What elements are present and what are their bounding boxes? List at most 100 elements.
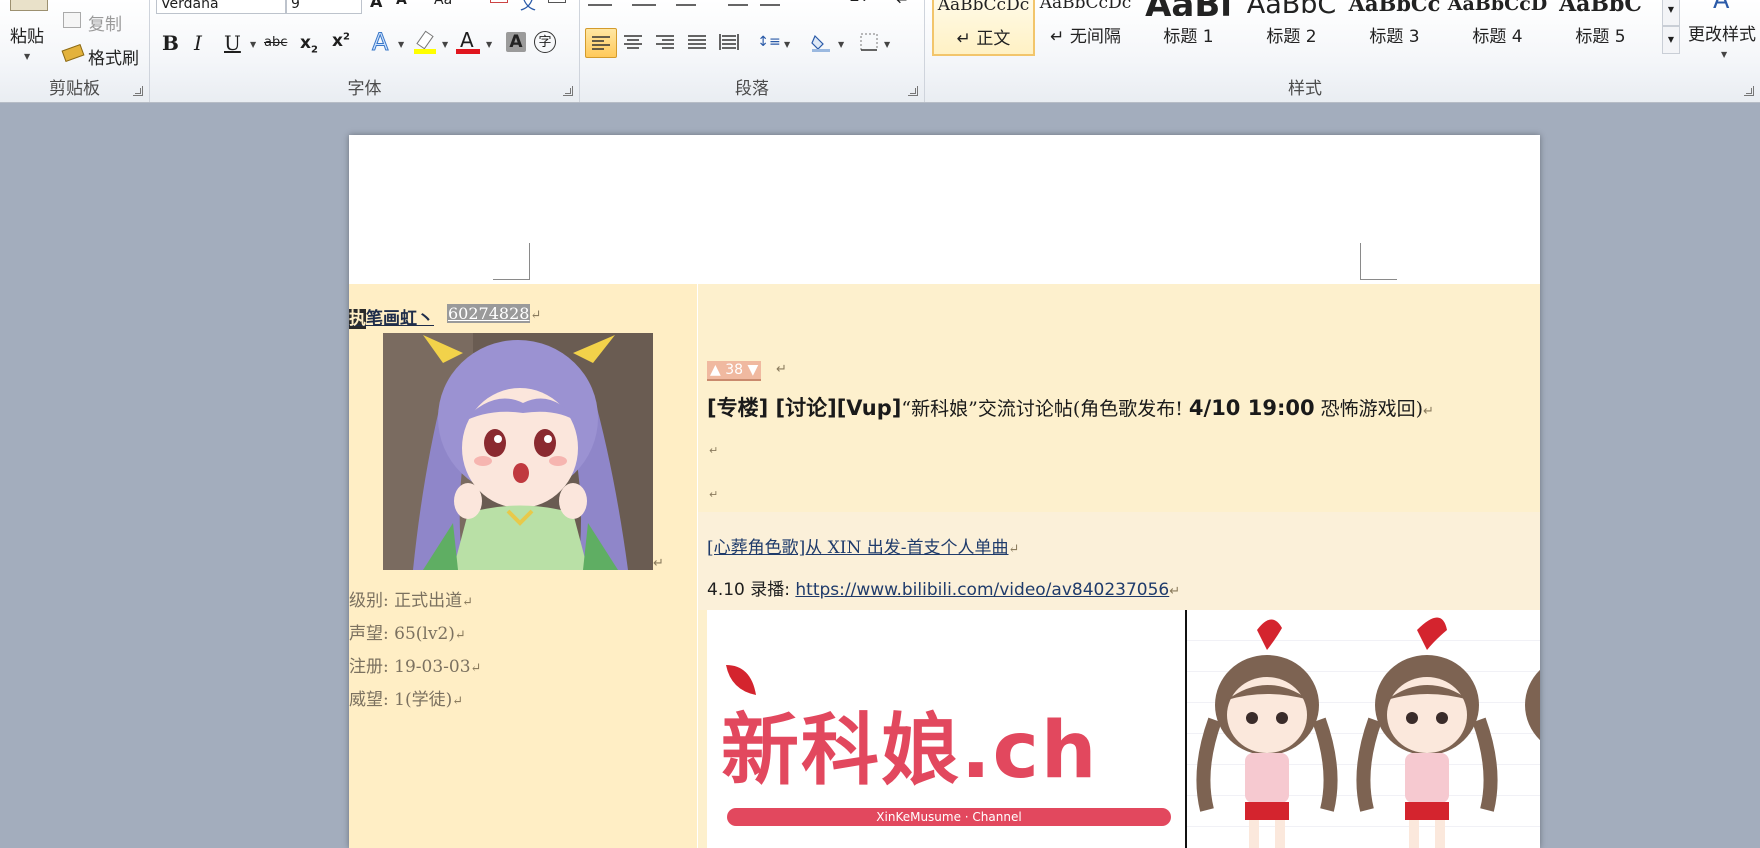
font-size-input[interactable]: 9 — [286, 0, 362, 14]
paste-icon[interactable] — [10, 0, 48, 11]
clear-format-icon[interactable] — [490, 0, 508, 3]
vote-down-icon[interactable]: ▼ — [748, 362, 759, 378]
change-styles-dropdown-icon[interactable]: ▼ — [1721, 50, 1727, 59]
font-color-icon[interactable]: A — [456, 28, 480, 54]
style-tile-normal[interactable]: AaBbCcDc ↵ 正文 — [932, 0, 1035, 56]
style-tile-heading-4[interactable]: AaBbCcD 标题 4 — [1447, 0, 1548, 54]
copy-icon[interactable] — [63, 12, 81, 28]
sort-icon[interactable]: Z↓ — [850, 0, 870, 5]
paragraph-mark: ↵ — [1423, 404, 1434, 419]
style-sample: AaBbCcDc — [1039, 0, 1132, 13]
char-border-icon[interactable] — [548, 0, 566, 3]
registered-label: 注册: — [349, 657, 389, 677]
paragraph-mark: ↵ — [776, 362, 787, 377]
user-uid[interactable]: 60274828↵ — [447, 304, 541, 323]
paste-button[interactable]: 粘贴 — [10, 22, 44, 47]
song-link[interactable]: [心葬角色歌]从 XIN 出发-首支个人单曲 — [707, 538, 1009, 558]
bold-icon[interactable]: B — [162, 31, 179, 55]
style-sample: AaBl — [1138, 0, 1239, 16]
styles-dialog-launcher-icon[interactable] — [1744, 86, 1754, 96]
show-marks-icon[interactable]: ↵ — [896, 0, 909, 9]
paste-dropdown-icon[interactable]: ▼ — [24, 52, 30, 61]
highlight-dropdown-icon[interactable]: ▼ — [442, 40, 448, 49]
style-tile-heading-1[interactable]: AaBl 标题 1 — [1138, 0, 1239, 54]
styles-more-icon[interactable]: ▼ — [1662, 26, 1680, 54]
align-left-icon[interactable] — [585, 28, 617, 58]
line-spacing-dropdown-icon[interactable]: ▼ — [784, 40, 790, 49]
strikethrough-icon[interactable]: abc — [264, 35, 287, 50]
shrink-font-icon[interactable]: A — [396, 0, 407, 8]
replay-line: 4.10 录播: https://www.bilibili.com/video/… — [707, 575, 1180, 600]
styles-scroll-up-icon[interactable]: ▼ — [1662, 0, 1680, 26]
shading-dropdown-icon[interactable]: ▼ — [838, 40, 844, 49]
underline-dropdown-icon[interactable]: ▼ — [250, 40, 256, 49]
channel-banner[interactable]: 新科娘.ch XinKeMusume · Channel — [707, 610, 1540, 848]
align-center-icon[interactable] — [618, 28, 648, 56]
user-uid-text: 60274828 — [447, 304, 531, 323]
user-avatar[interactable] — [383, 333, 653, 570]
distributed-icon[interactable] — [714, 28, 744, 56]
clipboard-group-label: 剪贴板 — [49, 79, 100, 99]
shading-icon[interactable] — [806, 28, 836, 56]
format-painter-icon[interactable] — [61, 43, 85, 63]
level-label: 级别: — [349, 591, 389, 611]
bullets-icon[interactable] — [588, 0, 612, 6]
italic-icon[interactable]: I — [194, 31, 202, 55]
crop-mark-top-right — [1360, 243, 1397, 280]
align-right-icon[interactable] — [650, 28, 680, 56]
paragraph-mark: ↵ — [462, 595, 474, 610]
reputation-value: 65(lv2) — [394, 624, 455, 644]
multilevel-list-icon[interactable] — [676, 0, 696, 6]
post-title: [专楼] [讨论][Vup]“新科娘”交流讨论帖(角色歌发布! 4/10 19:… — [707, 392, 1434, 422]
replay-link[interactable]: https://www.bilibili.com/video/av8402370… — [795, 580, 1169, 600]
vote-widget[interactable]: ▲ 38 ▼ — [707, 361, 762, 381]
vote-up-icon[interactable]: ▲ — [710, 362, 721, 378]
style-name: 标题 1 — [1163, 27, 1214, 47]
font-group-label: 字体 — [347, 79, 382, 99]
style-tile-heading-3[interactable]: AaBbCc 标题 3 — [1344, 0, 1445, 54]
style-tile-heading-5[interactable]: AaBbC 标题 5 — [1550, 0, 1651, 54]
style-sample: AaBbCcDc — [937, 0, 1030, 15]
copy-button[interactable]: 复制 — [88, 10, 122, 35]
paragraph-mark: ↵ — [1008, 542, 1020, 557]
superscript-icon[interactable]: x2 — [332, 31, 350, 51]
text-effects-icon[interactable]: A — [371, 28, 388, 57]
change-case-icon[interactable]: Aa — [434, 0, 452, 8]
font-dialog-launcher-icon[interactable] — [563, 86, 573, 96]
underline-icon[interactable]: U — [224, 31, 241, 55]
user-name[interactable]: 执笔画虹丶 — [349, 304, 434, 329]
subscript-icon[interactable]: x2 — [300, 33, 318, 55]
decrease-indent-icon[interactable] — [728, 0, 748, 6]
style-sample: AaBbC — [1246, 0, 1337, 16]
grow-font-icon[interactable]: A — [370, 0, 382, 11]
char-shading-icon[interactable]: A — [506, 32, 526, 52]
change-styles-icon[interactable]: A — [1713, 0, 1729, 14]
numbering-icon[interactable] — [632, 0, 656, 6]
line-spacing-icon[interactable]: ↕≡ — [754, 28, 784, 56]
user-level: 级别: 正式出道↵ — [349, 586, 473, 611]
document-page[interactable]: 执笔画虹丶 60274828↵ ↵ 级别: 正式出道↵ 声望: 65(lv2)↵… — [349, 135, 1540, 848]
clipboard-group: 粘贴 ▼ 复制 格式刷 剪贴板 — [0, 0, 150, 102]
font-color-dropdown-icon[interactable]: ▼ — [486, 40, 492, 49]
clipboard-dialog-launcher-icon[interactable] — [133, 86, 143, 96]
font-name-input[interactable]: Verdana — [156, 0, 286, 14]
justify-icon[interactable] — [682, 28, 712, 56]
enclose-char-icon[interactable]: 字 — [534, 31, 556, 53]
user-reputation: 声望: 65(lv2)↵ — [349, 619, 466, 644]
style-tile-no-spacing[interactable]: AaBbCcDc ↵ 无间隔 — [1035, 0, 1136, 54]
change-styles-button[interactable]: 更改样式 — [1688, 20, 1756, 45]
style-name: 标题 3 — [1369, 27, 1420, 47]
borders-icon[interactable] — [854, 28, 884, 56]
prestige-value: 1(学徒) — [394, 690, 453, 710]
format-painter-button[interactable]: 格式刷 — [88, 44, 139, 69]
borders-dropdown-icon[interactable]: ▼ — [884, 40, 890, 49]
highlight-icon[interactable] — [414, 30, 436, 54]
phonetic-guide-icon[interactable]: 文 — [520, 0, 536, 14]
text-effects-dropdown-icon[interactable]: ▼ — [398, 40, 404, 49]
font-group: Verdana 9 A A Aa 文 B I U ▼ abc x2 x2 A ▼… — [150, 0, 580, 102]
style-name: 标题 4 — [1472, 27, 1523, 47]
paragraph-dialog-launcher-icon[interactable] — [908, 86, 918, 96]
style-tile-heading-2[interactable]: AaBbC 标题 2 — [1241, 0, 1342, 54]
increase-indent-icon[interactable] — [760, 0, 780, 6]
paragraph-mark: ↵ — [454, 628, 466, 643]
